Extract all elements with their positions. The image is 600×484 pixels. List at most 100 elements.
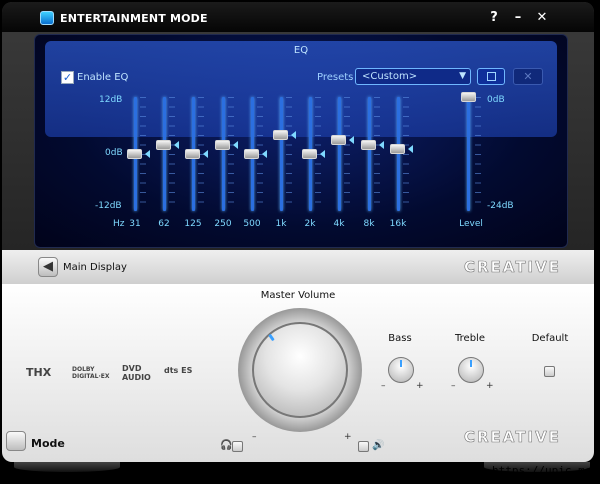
eq-ticks-16k (403, 97, 409, 211)
eq-ticks-4k (344, 97, 350, 211)
level-track (467, 97, 470, 211)
presets-dropdown[interactable]: <Custom> ▼ (355, 68, 471, 85)
bass-indicator (400, 360, 402, 367)
dolby-logo: DOLBY DIGITAL·EX (72, 366, 110, 380)
window-title: ENTERTAINMENT MODE (60, 12, 208, 25)
eq-band-label-8k: 8k (363, 219, 375, 229)
eq-marker-8k (379, 141, 384, 149)
eq-track-62 (163, 97, 166, 211)
eq-marker-125 (203, 150, 208, 158)
speaker-icon: 🔊 (372, 440, 385, 451)
eq-ticks-250 (228, 97, 234, 211)
treble-plus: + (486, 381, 494, 391)
db-bottom-label: -12dB (95, 201, 122, 211)
minimize-button[interactable]: – (510, 10, 526, 25)
eq-track-250 (222, 97, 225, 211)
eq-marker-16k (408, 145, 413, 153)
headphone-button[interactable] (232, 441, 243, 452)
eq-slider-16k[interactable] (390, 144, 405, 154)
help-button[interactable]: ? (486, 10, 502, 25)
eq-slider-1k[interactable] (273, 130, 288, 140)
thx-logo: THX (26, 366, 52, 379)
eq-marker-2k (320, 150, 325, 158)
dts-logo: dts ES (164, 366, 193, 375)
eq-ticks-62 (169, 97, 175, 211)
watermark-text: [609x472] https://upic.me/ (425, 464, 598, 477)
dvd-audio-logo: DVD AUDIO (122, 364, 151, 382)
main-display-link[interactable]: Main Display (63, 262, 127, 273)
chevron-down-icon: ▼ (459, 71, 466, 81)
eq-track-16k (397, 97, 400, 211)
eq-screen: EQ ✓ Enable EQ Presets <Custom> ▼ ✕ 12dB… (34, 34, 568, 248)
bass-label: Bass (388, 333, 412, 344)
left-foot (14, 462, 120, 472)
app-window: ENTERTAINMENT MODE ? – ✕ EQ ✓ Enable EQ … (0, 0, 600, 484)
save-preset-button[interactable] (477, 68, 505, 85)
eq-band-label-4k: 4k (333, 219, 345, 229)
eq-slider-4k[interactable] (331, 135, 346, 145)
eq-band-label-125: 125 (184, 219, 202, 229)
default-label: Default (531, 333, 569, 344)
delete-preset-button[interactable]: ✕ (513, 68, 543, 85)
presets-label: Presets (317, 72, 354, 83)
eq-marker-31 (145, 150, 150, 158)
eq-slider-31[interactable] (127, 149, 142, 159)
back-arrow-button[interactable]: ◀ (38, 257, 58, 277)
eq-track-1k (280, 97, 283, 211)
db-top-label: 12dB (99, 95, 123, 105)
eq-band-label-2k: 2k (304, 219, 316, 229)
creative-logo-bottom: CREATIVE (464, 428, 561, 447)
master-volume-plus: + (344, 432, 352, 442)
eq-ticks-8k (374, 97, 380, 211)
creative-logo: CREATIVE (464, 258, 561, 277)
enable-eq-label: Enable EQ (77, 72, 129, 83)
treble-indicator (470, 360, 472, 367)
title-bar: ENTERTAINMENT MODE ? – ✕ (2, 2, 594, 32)
eq-marker-4k (349, 136, 354, 144)
level-ticks (475, 97, 481, 211)
enable-eq-checkbox[interactable]: ✓ (61, 71, 74, 84)
speaker-button[interactable] (358, 441, 369, 452)
eq-band-label-62: 62 (158, 219, 170, 229)
master-volume-label: Master Volume (260, 290, 336, 301)
eq-track-4k (338, 97, 341, 211)
level-slider-thumb[interactable] (461, 92, 476, 102)
eq-slider-62[interactable] (156, 140, 171, 150)
app-icon (40, 11, 54, 25)
eq-band-label-1k: 1k (275, 219, 287, 229)
eq-slider-250[interactable] (215, 140, 230, 150)
treble-label: Treble (455, 333, 485, 344)
eq-slider-8k[interactable] (361, 140, 376, 150)
master-volume-minus: – (252, 432, 257, 442)
eq-band-label-250: 250 (214, 219, 232, 229)
navigation-band: ◀ Main Display CREATIVE (2, 250, 594, 284)
bass-minus: – (381, 381, 386, 391)
mode-button[interactable] (6, 431, 26, 451)
save-icon (487, 72, 496, 81)
eq-band-label-16k: 16k (389, 219, 407, 229)
eq-marker-1k (291, 131, 296, 139)
level-label: Level (459, 219, 483, 229)
eq-ticks-1k (286, 97, 292, 211)
eq-marker-500 (262, 150, 267, 158)
level-bottom-label: -24dB (487, 201, 514, 211)
headphone-icon: 🎧 (220, 440, 233, 451)
master-volume-knob[interactable] (252, 322, 348, 418)
eq-marker-250 (233, 141, 238, 149)
eq-slider-125[interactable] (185, 149, 200, 159)
close-button[interactable]: ✕ (534, 10, 550, 25)
eq-slider-2k[interactable] (302, 149, 317, 159)
eq-band-label-500: 500 (243, 219, 261, 229)
entertainment-mode-frame: ENTERTAINMENT MODE ? – ✕ EQ ✓ Enable EQ … (2, 2, 594, 462)
eq-marker-62 (174, 141, 179, 149)
treble-minus: – (451, 381, 456, 391)
eq-title: EQ (293, 45, 309, 56)
db-mid-label: 0dB (105, 148, 123, 158)
presets-value: <Custom> (362, 71, 418, 82)
eq-track-8k (368, 97, 371, 211)
level-top-label: 0dB (487, 95, 505, 105)
eq-slider-500[interactable] (244, 149, 259, 159)
bass-plus: + (416, 381, 424, 391)
eq-band-label-31: 31 (129, 219, 141, 229)
default-button[interactable] (544, 366, 555, 377)
